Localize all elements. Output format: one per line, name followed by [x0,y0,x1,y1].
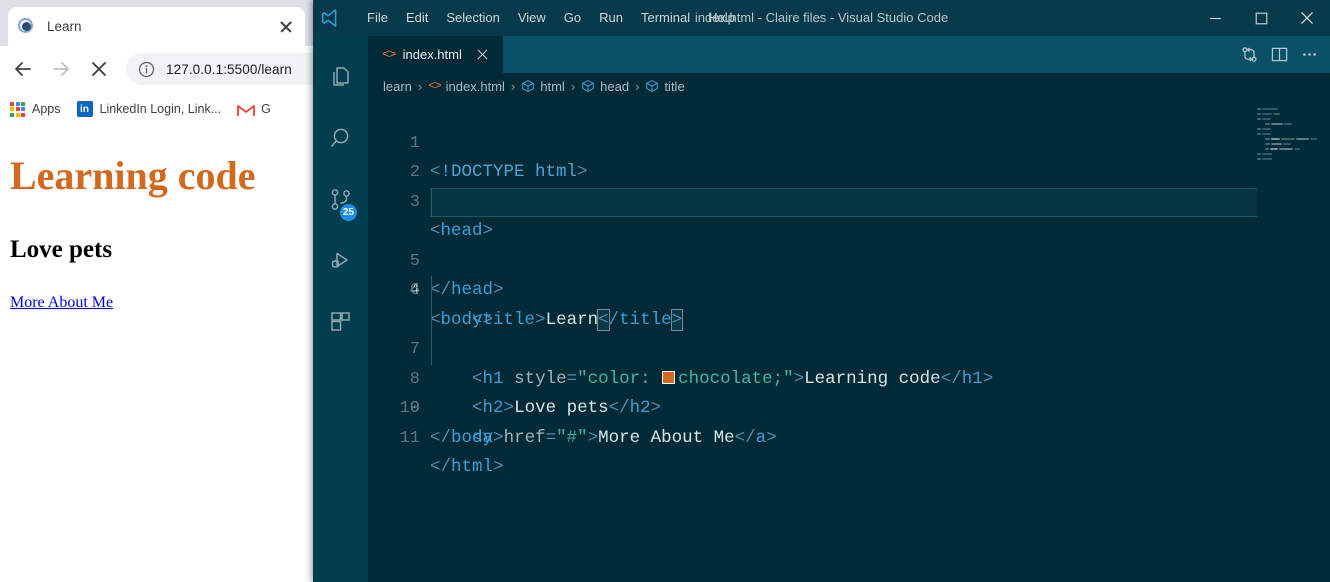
breadcrumb-item-title[interactable]: title [645,78,685,94]
sidebar-item-extensions[interactable] [313,294,368,355]
vscode-menubar: File Edit Selection View Go Run Terminal… [358,0,744,36]
breadcrumb-label: html [540,78,565,94]
code-line[interactable]: 5 </head> [368,217,1330,301]
site-info-icon[interactable] [138,61,155,78]
browser-tab[interactable]: Learn [8,7,305,46]
symbol-field-icon [521,79,535,93]
compare-changes-icon[interactable] [1234,36,1264,73]
code-line[interactable]: 11 </html> [368,394,1330,478]
breadcrumb: learn › <> index.html › html › head › ti… [368,73,1330,99]
line-number: 11 [399,428,420,448]
code-line-active[interactable]: 4 <title>Learn</title> [368,187,1330,331]
menu-run[interactable]: Run [590,0,632,36]
screenshot-root: Learn 127.0.0.1:5500/learn Apps in Linke… [0,0,1330,582]
breadcrumb-separator: › [635,78,640,94]
breadcrumb-separator: › [570,78,576,94]
gmail-icon [237,103,256,116]
close-icon[interactable] [1284,0,1330,36]
files-icon [328,65,354,96]
menu-view[interactable]: View [509,0,555,36]
code-line[interactable]: 8 <h2>Love pets</h2> [368,305,1330,418]
code-editor[interactable]: 1 <!DOCTYPE html> 2 <html lang="en"> 3 <… [368,99,1330,582]
menu-go[interactable]: Go [555,0,590,36]
code-line[interactable]: 1 <!DOCTYPE html> [368,99,1330,183]
vscode-logo [313,0,348,36]
vscode-titlebar: File Edit Selection View Go Run Terminal… [313,0,1330,36]
html-file-icon: <> [428,79,441,93]
minimize-icon[interactable] [1192,0,1238,36]
bookmark-label: Apps [32,102,61,116]
close-icon[interactable] [474,46,491,63]
bookmark-apps[interactable]: Apps [10,101,61,117]
bookmark-gmail[interactable]: G [237,102,271,116]
vscode-window: File Edit Selection View Go Run Terminal… [313,0,1330,582]
bookmark-linkedin[interactable]: in LinkedIn Login, Link... [76,101,222,117]
symbol-field-icon [581,79,595,93]
editor-actions [1234,36,1324,73]
code-line[interactable]: 9 <a href="#">More About Me</a> [368,335,1330,448]
split-editor-icon[interactable] [1264,36,1294,73]
breadcrumb-separator: › [510,78,516,94]
page-link-more-about-me[interactable]: More About Me [10,294,113,312]
menu-edit[interactable]: Edit [397,0,437,36]
maximize-icon[interactable] [1238,0,1284,36]
breadcrumb-label: index.html [445,78,505,94]
window-controls [1192,0,1330,36]
code-line[interactable]: 3 <head> [368,158,1330,242]
ellipsis-icon[interactable] [1294,36,1324,73]
bookmark-label: LinkedIn Login, Link... [99,102,222,116]
editor-tab-label: index.html [402,47,462,62]
page-favicon [18,18,35,35]
code-line-text: </html> [430,457,504,477]
code-line[interactable]: 6 <body> [368,247,1330,330]
sidebar-item-explorer[interactable] [313,50,368,111]
editor-tab-bar: <> index.html [368,36,1330,73]
sidebar-item-run-and-debug[interactable] [313,233,368,294]
browser-tab-title: Learn [47,19,82,34]
extensions-icon [328,309,354,340]
menu-terminal[interactable]: Terminal [632,0,699,36]
editor-minimap[interactable] [1257,99,1330,582]
apps-grid-icon [10,101,25,117]
back-button[interactable] [6,52,40,86]
breadcrumb-label: title [664,78,685,94]
menu-selection[interactable]: Selection [437,0,508,36]
editor-area: <> index.html learn › <> index.html › ht… [368,36,1330,582]
close-icon[interactable] [277,18,295,36]
sidebar-item-search[interactable] [313,111,368,172]
activity-bar: 25 [313,36,368,582]
vscode-body: 25 <> index.html learn › <> index.html ›… [313,36,1330,582]
code-line[interactable]: 7 <h1 style="color: chocolate;">Learning… [368,276,1330,389]
breadcrumb-item-index-html[interactable]: <> index.html [428,79,505,94]
menu-help[interactable]: Help [699,0,744,36]
stop-button[interactable] [82,52,116,86]
sidebar-item-source-control[interactable]: 25 [313,172,368,233]
breadcrumb-label: head [600,78,630,94]
code-line[interactable]: 2 <html lang="en"> [368,129,1330,212]
breadcrumb-separator: › [417,78,423,94]
run-debug-icon [328,248,354,279]
breadcrumb-item-head[interactable]: head [581,79,629,94]
breadcrumb-label: learn [383,78,412,94]
menu-file[interactable]: File [358,0,397,36]
address-bar-url: 127.0.0.1:5500/learn [166,61,292,77]
code-line[interactable]: 10 </body> [368,365,1330,448]
editor-tab-index-html[interactable]: <> index.html [368,36,503,73]
forward-button[interactable] [44,52,78,86]
breadcrumb-item-html[interactable]: html [521,79,565,94]
bookmark-label: G [261,102,271,116]
source-control-badge: 25 [339,204,357,221]
html-file-icon: <> [382,47,397,62]
linkedin-icon: in [76,101,93,117]
search-icon [328,126,354,157]
breadcrumb-item-learn[interactable]: learn [383,79,412,94]
symbol-field-icon [645,79,659,93]
